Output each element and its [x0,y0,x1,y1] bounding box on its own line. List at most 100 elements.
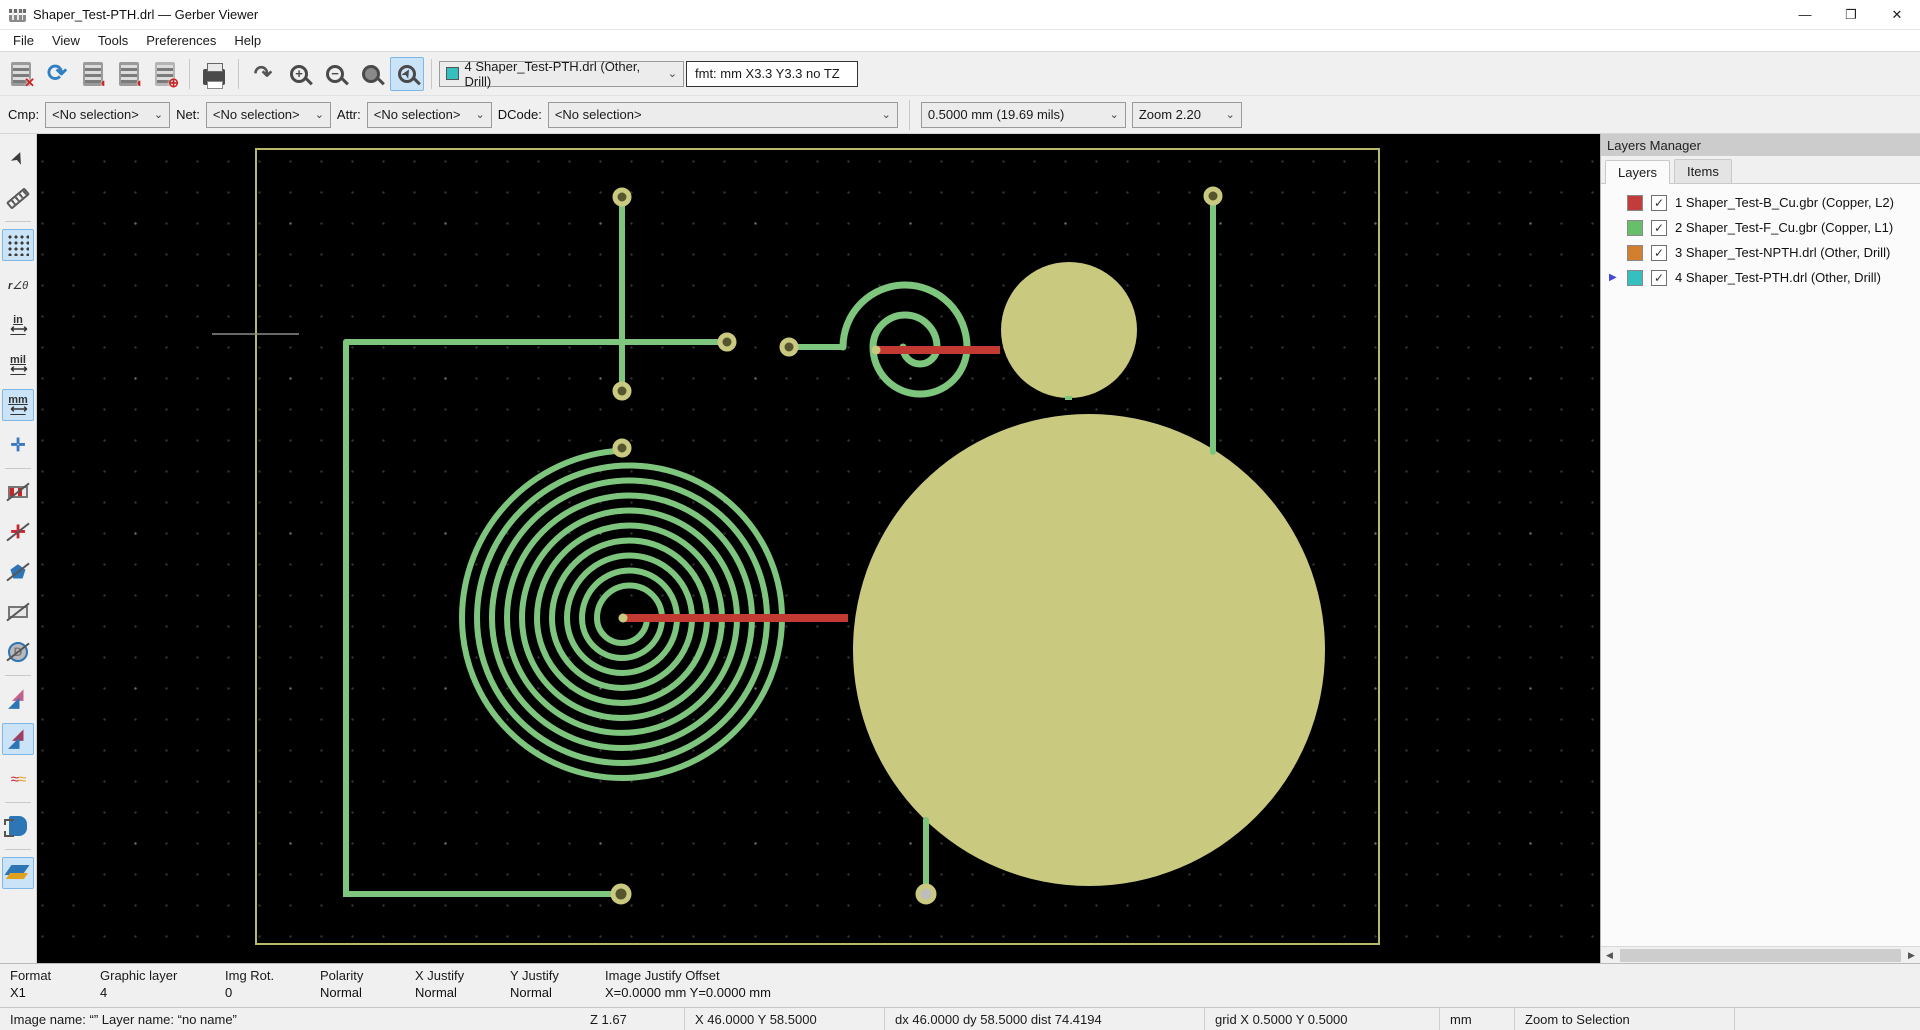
attr-select[interactable]: <No selection> ⌄ [367,102,492,128]
info-label: Img Rot. [225,968,320,983]
scrollbar-thumb[interactable] [1620,949,1901,962]
scroll-left-icon[interactable]: ◀ [1601,950,1618,961]
menu-tools[interactable]: Tools [89,31,137,50]
inches-icon: in⟷ [10,316,25,334]
layer-visibility-checkbox[interactable]: ✓ [1651,245,1667,261]
zoom-level-select[interactable]: Zoom 2.20 ⌄ [1132,102,1242,128]
layer-label: 2 Shaper_Test-F_Cu.gbr (Copper, L1) [1675,220,1893,235]
info-label: Graphic layer [100,968,225,983]
left-options-toolbar: ➤ r∠θ in⟷ mil⟷ mm⟷ ✛ ✛ ⬟ D ◢◢ ◢◢ ≈≈ [0,134,37,963]
toolbar-separator [431,59,432,89]
clear-all-layers-button[interactable]: ✕ [4,57,38,91]
close-button[interactable]: ✕ [1874,0,1920,29]
main-toolbar: ✕ ⟳ ◖ ◖ ⊕ ↷ + − ➤ 4 Shaper_Test-PTH.drl … [0,52,1920,96]
toolbar-separator [5,675,31,676]
dcode-select[interactable]: <No selection> ⌄ [548,102,898,128]
sketch-lines-button[interactable]: ✛ [2,516,34,548]
layers-normal-icon: ◢◢ [6,689,30,709]
menu-file[interactable]: File [4,31,43,50]
open-job-file-button[interactable]: ⊕ [148,57,182,91]
toggle-grid-button[interactable] [2,229,34,261]
open-excellon-drill-files-button[interactable]: ◖ [112,57,146,91]
tab-items[interactable]: Items [1674,159,1732,183]
measure-tool-button[interactable] [2,182,34,214]
crosshair-cursor-icon: ✛ [10,435,25,456]
lines-slash-icon: ✛ [5,519,31,545]
layer-color-swatch [446,67,459,80]
maximize-button[interactable]: ❐ [1828,0,1874,29]
polar-coordinates-button[interactable]: r∠θ [2,269,34,301]
gerber-canvas[interactable] [37,134,1600,963]
cursor-arrow-icon: ➤ [6,148,30,169]
zoom-fit-icon [362,65,380,83]
net-select[interactable]: <No selection> ⌄ [206,102,331,128]
zoom-to-selection-button[interactable]: ➤ [390,57,424,91]
print-button[interactable] [197,57,231,91]
show-dcodes-button[interactable]: D [2,636,34,668]
show-outlines-button[interactable] [2,596,34,628]
filter-toolbar: Cmp: <No selection> ⌄ Net: <No selection… [0,96,1920,134]
layers-manager-tabs: Layers Items [1601,156,1920,184]
gerber-info-bar: FormatX1 Graphic layer4 Img Rot.0 Polari… [0,963,1920,1007]
scroll-right-icon[interactable]: ▶ [1903,950,1920,961]
info-value: 0 [225,985,320,1000]
contrast-curves-icon: ≈≈ [11,771,25,788]
flashed-items-slash-icon [5,479,31,505]
info-label: Polarity [320,968,415,983]
units-inches-button[interactable]: in⟷ [2,309,34,341]
layers-manager-panel: Layers Manager Layers Items ✓ 1 Shaper_T… [1600,134,1920,963]
layers-manager-toggle-button[interactable] [2,857,34,889]
toolbar-separator [5,468,31,469]
menu-preferences[interactable]: Preferences [137,31,225,50]
status-grid: grid X 0.5000 Y 0.5000 [1205,1008,1440,1030]
chevron-down-icon: ⌄ [882,108,891,121]
tab-layers[interactable]: Layers [1605,160,1670,184]
flip-view-button[interactable] [2,810,34,842]
menu-view[interactable]: View [43,31,89,50]
minimize-button[interactable]: — [1782,0,1828,29]
menu-bar: File View Tools Preferences Help [0,30,1920,52]
zoom-selection-icon: ➤ [398,65,416,83]
layers-horizontal-scrollbar[interactable]: ◀ ▶ [1601,946,1920,963]
zoom-to-fit-button[interactable] [354,57,388,91]
layer-visibility-checkbox[interactable]: ✓ [1651,220,1667,236]
active-layer-select[interactable]: 4 Shaper_Test-PTH.drl (Other, Drill) ⌄ [439,61,684,87]
open-gerber-files-button[interactable]: ◖ [76,57,110,91]
chevron-down-icon: ⌄ [154,108,163,121]
redraw-view-button[interactable]: ↷ [246,57,280,91]
layer-stack-icon [7,864,29,882]
printer-icon [203,69,225,85]
chevron-down-icon: ⌄ [476,108,485,121]
menu-help[interactable]: Help [225,31,270,50]
sketch-polygons-button[interactable]: ⬟ [2,556,34,588]
grid-size-select[interactable]: 0.5000 mm (19.69 mils) ⌄ [921,102,1126,128]
chevron-down-icon: ⌄ [315,108,324,121]
high-contrast-mode-button[interactable]: ≈≈ [2,763,34,795]
sketch-flashed-items-button[interactable] [2,476,34,508]
display-stacked-mode-button[interactable]: ◢◢ [2,723,34,755]
attr-label: Attr: [337,107,361,122]
zoom-in-button[interactable]: + [282,57,316,91]
cmp-value: <No selection> [52,107,139,122]
zoom-out-button[interactable]: − [318,57,352,91]
layer-visibility-checkbox[interactable]: ✓ [1651,270,1667,286]
cmp-select[interactable]: <No selection> ⌄ [45,102,170,128]
layer-row-1[interactable]: ✓ 1 Shaper_Test-B_Cu.gbr (Copper, L2) [1601,190,1920,215]
layer-row-2[interactable]: ✓ 2 Shaper_Test-F_Cu.gbr (Copper, L1) [1601,215,1920,240]
zoom-level-value: Zoom 2.20 [1139,107,1201,122]
format-info-box: fmt: mm X3.3 Y3.3 no TZ [686,61,858,87]
layer-row-4[interactable]: ▶ ✓ 4 Shaper_Test-PTH.drl (Other, Drill) [1601,265,1920,290]
cursor-shape-button[interactable]: ✛ [2,429,34,461]
chevron-down-icon: ⌄ [1110,108,1119,121]
layer-row-3[interactable]: ✓ 3 Shaper_Test-NPTH.drl (Other, Drill) [1601,240,1920,265]
big-spiral-trace [462,449,782,778]
small-spiral-pad [872,346,881,355]
reload-all-layers-button[interactable]: ⟳ [40,57,74,91]
layer-visibility-checkbox[interactable]: ✓ [1651,195,1667,211]
select-tool-button[interactable]: ➤ [2,142,34,174]
chevron-down-icon: ⌄ [668,67,677,80]
units-mm-button[interactable]: mm⟷ [2,389,34,421]
status-units: mm [1440,1008,1515,1030]
display-normal-mode-button[interactable]: ◢◢ [2,683,34,715]
units-mils-button[interactable]: mil⟷ [2,349,34,381]
